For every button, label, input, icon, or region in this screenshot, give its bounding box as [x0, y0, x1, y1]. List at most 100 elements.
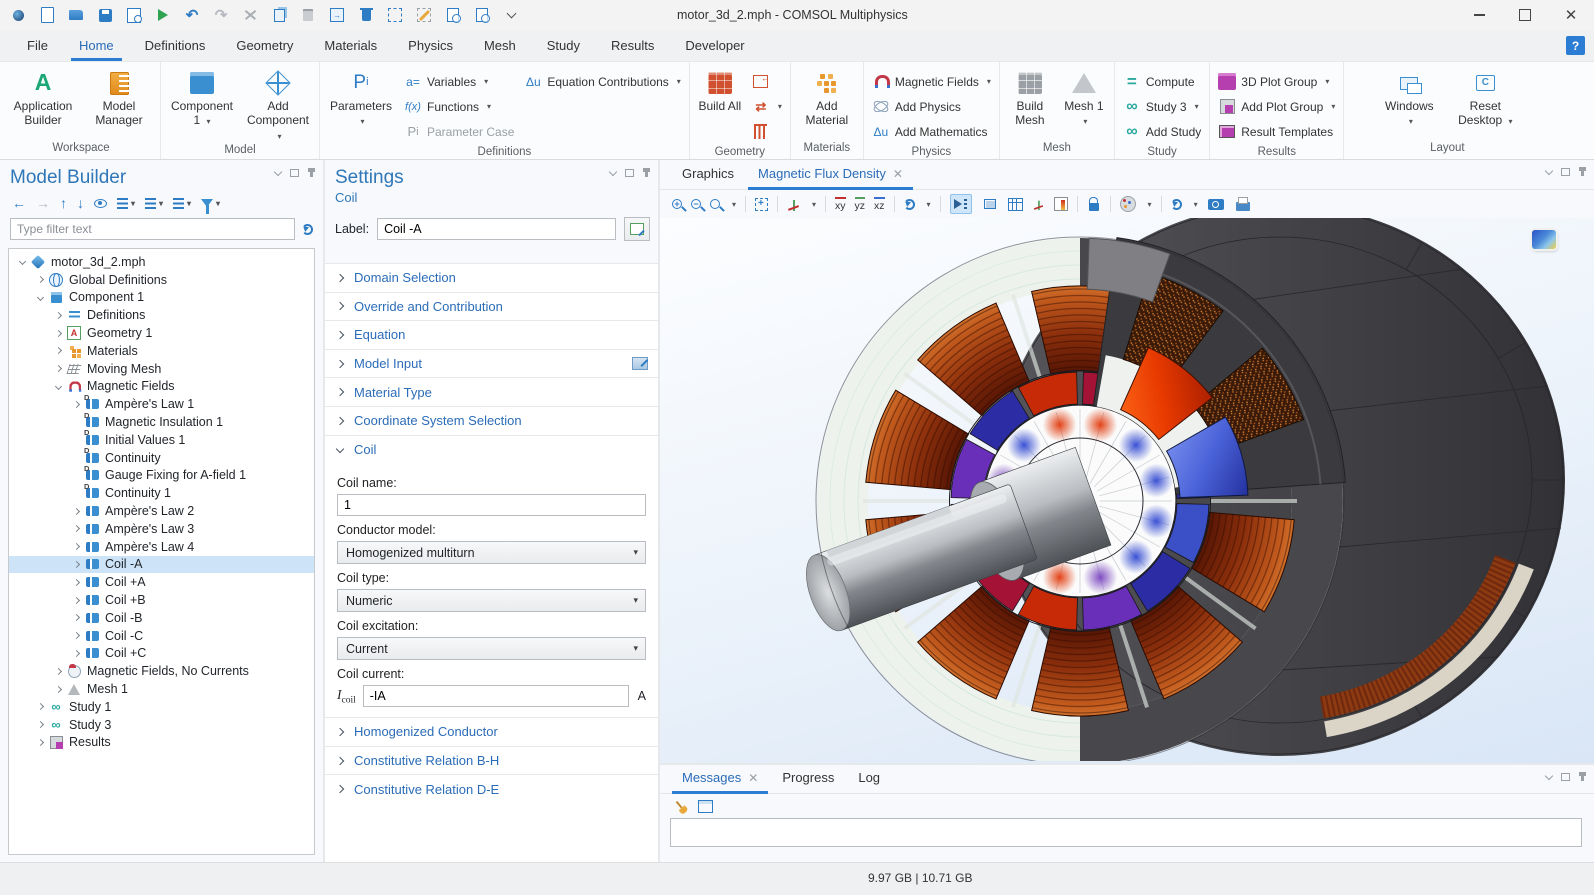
tree-item[interactable]: Coil +A: [9, 573, 314, 591]
tab-graphics[interactable]: Graphics: [672, 166, 744, 189]
clear-messages-icon[interactable]: [671, 797, 691, 817]
table-settings-icon[interactable]: [698, 800, 713, 813]
section-model-input[interactable]: Model Input: [325, 349, 658, 378]
tree-item[interactable]: Coil -B: [9, 609, 314, 627]
tab-messages[interactable]: Messages✕: [672, 770, 768, 793]
model-manager-button[interactable]: Model Manager: [86, 67, 152, 128]
redo-icon[interactable]: ↷: [213, 7, 229, 23]
tree-item[interactable]: Results: [9, 734, 314, 752]
menu-tab-file[interactable]: File: [27, 38, 48, 53]
color-legend-icon[interactable]: [1054, 197, 1068, 211]
move-up-icon[interactable]: ↑: [60, 195, 67, 211]
add-mathematics-button[interactable]: Δu Add Mathematics: [872, 119, 991, 144]
panel-pin-icon[interactable]: [310, 169, 313, 177]
panel-pin-icon[interactable]: [1581, 168, 1584, 176]
tree-item[interactable]: Geometry 1: [9, 324, 314, 342]
tree-item[interactable]: Ampère's Law 3: [9, 520, 314, 538]
default-view-icon[interactable]: [787, 198, 800, 211]
parameters-button[interactable]: Pi Parameters▾: [328, 67, 394, 128]
section-coil[interactable]: Coil: [325, 435, 658, 464]
plot-group-3d-button[interactable]: 3D Plot Group▾: [1218, 69, 1335, 94]
build-all-button[interactable]: Build All: [698, 67, 742, 113]
forward-icon[interactable]: →: [36, 195, 50, 211]
parameter-case-button[interactable]: Pi Parameter Case: [404, 119, 514, 144]
save-search-icon[interactable]: [126, 7, 142, 23]
tab-close-icon[interactable]: ✕: [893, 167, 903, 181]
open-file-icon[interactable]: [68, 7, 84, 23]
update-plot-icon[interactable]: [1171, 199, 1182, 210]
find-icon[interactable]: [445, 7, 461, 23]
zoom-out-icon[interactable]: −: [691, 199, 701, 209]
coil-type-select[interactable]: Numeric: [337, 589, 646, 612]
build-mesh-button[interactable]: Build Mesh: [1008, 67, 1052, 128]
toolbar-overflow-icon[interactable]: [503, 7, 519, 23]
filter-icon[interactable]: ▾: [201, 199, 220, 208]
rename-icon[interactable]: [624, 217, 650, 241]
view-yz-button[interactable]: yz: [855, 197, 866, 212]
panel-menu-icon[interactable]: [1545, 771, 1553, 779]
add-plot-group-button[interactable]: Add Plot Group▾: [1218, 94, 1335, 119]
tree-item[interactable]: Continuity 1: [9, 484, 314, 502]
tab-magnetic-flux-density[interactable]: Magnetic Flux Density✕: [748, 166, 913, 189]
show-icon[interactable]: [94, 199, 107, 208]
menu-tab-geometry[interactable]: Geometry: [236, 38, 293, 53]
menu-tab-definitions[interactable]: Definitions: [145, 38, 206, 53]
select-box-icon[interactable]: [387, 7, 403, 23]
menu-tab-results[interactable]: Results: [611, 38, 654, 53]
equation-contributions-button[interactable]: Δu Equation Contributions▾: [524, 69, 680, 94]
tab-progress[interactable]: Progress: [772, 770, 844, 793]
tree-item[interactable]: Initial Values 1: [9, 431, 314, 449]
panel-float-icon[interactable]: [290, 169, 299, 177]
panel-pin-icon[interactable]: [1581, 773, 1584, 781]
plot-thumbnail-icon[interactable]: [1532, 230, 1556, 249]
coil-name-input[interactable]: [337, 494, 646, 516]
component-1-button[interactable]: Component 1 ▾: [169, 67, 235, 128]
tree-item[interactable]: Gauge Fixing for A-field 1: [9, 467, 314, 485]
graphics-canvas[interactable]: [660, 218, 1594, 763]
run-icon[interactable]: [155, 7, 171, 23]
study-3-button[interactable]: ∞ Study 3▾: [1123, 94, 1201, 119]
panel-float-icon[interactable]: [625, 169, 634, 177]
tree-item[interactable]: Materials: [9, 342, 314, 360]
snapshot-camera-icon[interactable]: [1207, 199, 1225, 210]
collapse-list-icon[interactable]: ▾: [145, 198, 163, 209]
tree-item[interactable]: Study 3: [9, 716, 314, 734]
show-axis-icon[interactable]: [1033, 198, 1044, 209]
variables-button[interactable]: a= Variables▾: [404, 69, 514, 94]
menu-tab-developer[interactable]: Developer: [685, 38, 744, 53]
environment-icon[interactable]: [1120, 196, 1136, 212]
panel-pin-icon[interactable]: [645, 169, 648, 177]
menu-tab-mesh[interactable]: Mesh: [484, 38, 516, 53]
save-icon[interactable]: [97, 7, 113, 23]
section-constitutive-bh[interactable]: Constitutive Relation B-H: [325, 746, 658, 775]
duplicate-icon[interactable]: [329, 7, 345, 23]
result-templates-button[interactable]: Result Templates: [1218, 119, 1335, 144]
new-file-icon[interactable]: [39, 7, 55, 23]
tree-item[interactable]: Continuity: [9, 449, 314, 467]
magnetic-fields-button[interactable]: Magnetic Fields▾: [872, 69, 991, 94]
delete-icon[interactable]: [358, 7, 374, 23]
menu-tab-home[interactable]: Home: [79, 38, 114, 53]
transparency-icon[interactable]: [981, 196, 999, 212]
clear-selection-icon[interactable]: [416, 7, 432, 23]
conductor-model-select[interactable]: Homogenized multiturn: [337, 541, 646, 564]
expand-list-icon[interactable]: ▾: [117, 198, 135, 209]
tree-item[interactable]: Global Definitions: [9, 271, 314, 289]
tree-item[interactable]: Coil +C: [9, 645, 314, 663]
tree-item[interactable]: Definitions: [9, 306, 314, 324]
compute-button[interactable]: = Compute: [1123, 69, 1201, 94]
refresh-icon[interactable]: [302, 224, 313, 235]
menu-tab-physics[interactable]: Physics: [408, 38, 453, 53]
geometry-import-button[interactable]: [752, 69, 782, 94]
panel-menu-icon[interactable]: [1545, 166, 1553, 174]
mesh-1-button[interactable]: Mesh 1 ▾: [1062, 67, 1106, 128]
tree-item[interactable]: Mesh 1: [9, 680, 314, 698]
tree-item[interactable]: Component 1: [9, 289, 314, 307]
add-study-button[interactable]: ∞ Add Study: [1123, 119, 1201, 144]
undo-icon[interactable]: ↶: [184, 7, 200, 23]
windows-button[interactable]: Windows▾: [1376, 67, 1442, 128]
view-xz-button[interactable]: xz: [874, 197, 885, 212]
tree-item[interactable]: Ampère's Law 2: [9, 502, 314, 520]
copy-icon[interactable]: [271, 7, 287, 23]
paste-icon[interactable]: [300, 7, 316, 23]
